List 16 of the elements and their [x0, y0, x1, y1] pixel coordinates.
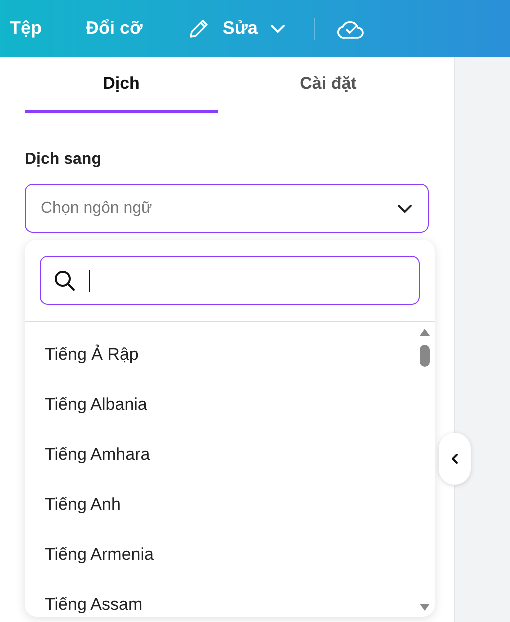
language-option[interactable]: Tiếng Assam	[45, 592, 435, 617]
chevron-down-icon	[270, 24, 286, 34]
search-icon	[53, 268, 77, 292]
language-option[interactable]: Tiếng Armenia	[45, 542, 435, 567]
chevron-down-icon	[397, 204, 413, 214]
language-option[interactable]: Tiếng Anh	[45, 492, 435, 517]
text-cursor	[89, 270, 90, 292]
field-label: Dịch sang	[25, 150, 102, 170]
language-option[interactable]: Tiếng Albania	[45, 392, 435, 417]
chevron-left-icon	[451, 453, 459, 465]
language-option[interactable]: Tiếng Ả Rập	[45, 342, 435, 367]
language-option[interactable]: Tiếng Amhara	[45, 442, 435, 467]
language-select[interactable]: Chọn ngôn ngữ	[25, 184, 429, 233]
search-field[interactable]	[40, 256, 420, 305]
panel-tab[interactable]: Dịch	[25, 57, 218, 113]
panel-tab[interactable]: Cài đặt	[232, 57, 425, 113]
